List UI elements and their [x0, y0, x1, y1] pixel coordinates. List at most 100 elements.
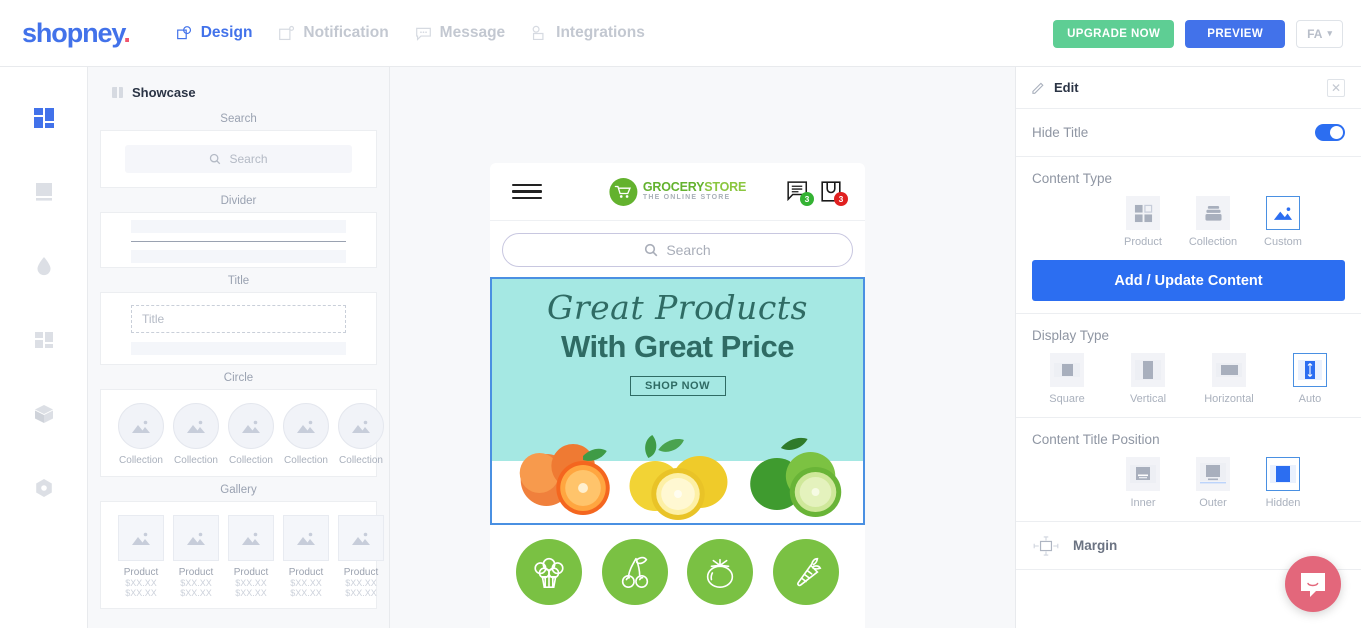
- showcase-search-preview: Search: [125, 145, 352, 173]
- store-search-bar[interactable]: Search: [490, 221, 865, 277]
- shopping-cart-icon: [614, 185, 631, 198]
- gallery-item[interactable]: Product $XX.XX $XX.XX: [338, 515, 384, 598]
- content-type-custom[interactable]: Custom: [1248, 196, 1318, 248]
- square-ratio-glyph: [1054, 363, 1080, 377]
- rail-item-blocks[interactable]: [29, 325, 59, 355]
- gallery-product-name: Product: [123, 567, 159, 578]
- edit-panel-header: Edit ✕: [1016, 67, 1361, 109]
- showcase-section-label-gallery: Gallery: [220, 484, 257, 496]
- message-icon: [415, 27, 431, 41]
- showcase-block-search[interactable]: Search: [100, 130, 377, 188]
- circle-item[interactable]: Collection: [338, 403, 384, 466]
- rail-item-pages[interactable]: [29, 177, 59, 207]
- showcase-section-label-circle: Circle: [223, 372, 254, 384]
- add-update-content-button[interactable]: Add / Update Content: [1032, 260, 1345, 301]
- edit-panel-title: Edit: [1054, 80, 1079, 95]
- image-placeholder-icon: [283, 403, 329, 449]
- cart-button[interactable]: 3: [821, 180, 848, 206]
- category-carrot[interactable]: [773, 539, 840, 605]
- circle-label: Collection: [229, 455, 273, 466]
- showcase-block-divider[interactable]: [100, 212, 377, 268]
- title-position-label-outer: Outer: [1199, 497, 1227, 509]
- category-broccoli[interactable]: [515, 539, 582, 605]
- gallery-item[interactable]: Product $XX.XX $XX.XX: [173, 515, 219, 598]
- title-position-hidden[interactable]: Hidden: [1248, 457, 1318, 509]
- gallery-item[interactable]: Product $XX.XX $XX.XX: [228, 515, 274, 598]
- showcase-section-label-title: Title: [227, 275, 250, 287]
- rail-item-products[interactable]: [29, 399, 59, 429]
- intercom-launcher[interactable]: [1285, 556, 1341, 612]
- rail-item-theme[interactable]: [29, 251, 59, 281]
- circle-item[interactable]: Collection: [173, 403, 219, 466]
- hide-title-toggle[interactable]: [1315, 124, 1345, 141]
- store-header: GROCERYSTORE THE ONLINE STORE 3 3: [490, 163, 865, 221]
- nav-label-message: Message: [439, 24, 506, 41]
- content-title-position-block: Content Title Position Inner Outer Hidde…: [1016, 418, 1361, 522]
- messages-button[interactable]: 3: [787, 180, 814, 206]
- display-type-horizontal[interactable]: Horizontal: [1194, 353, 1264, 405]
- nav-item-notification[interactable]: Notification: [278, 24, 389, 42]
- title-position-outer[interactable]: Outer: [1178, 457, 1248, 509]
- rail-item-dashboard[interactable]: [29, 103, 59, 133]
- display-type-square[interactable]: Square: [1032, 353, 1102, 405]
- rail-item-settings[interactable]: [29, 473, 59, 503]
- cherry-icon: [621, 556, 648, 589]
- title-position-inner[interactable]: Inner: [1108, 457, 1178, 509]
- nav-label-design: Design: [200, 24, 253, 41]
- notification-icon: [279, 25, 295, 40]
- circle-item[interactable]: Collection: [118, 403, 164, 466]
- store-header-actions: 3 3: [787, 180, 848, 206]
- gallery-item[interactable]: Product $XX.XX $XX.XX: [283, 515, 329, 598]
- store-name-part1: GROCERY: [642, 180, 705, 195]
- gallery-product-price: $XX.XX: [180, 578, 212, 588]
- circle-item[interactable]: Collection: [283, 403, 329, 466]
- store-name-part2: STORE: [704, 180, 747, 195]
- showcase-block-gallery[interactable]: Product $XX.XX $XX.XX Product $XX.XX $XX…: [100, 501, 384, 609]
- close-icon[interactable]: ✕: [1327, 78, 1345, 97]
- product-grid-icon: [1126, 196, 1160, 230]
- content-type-collection[interactable]: Collection: [1178, 196, 1248, 248]
- margin-icon: [1033, 535, 1059, 556]
- content-type-product[interactable]: Product: [1108, 196, 1178, 248]
- edit-panel: Edit ✕ Hide Title Content Type Product C…: [1015, 67, 1361, 628]
- selected-banner-block[interactable]: Great Products With Great Price SHOP NOW: [490, 277, 865, 525]
- showcase-block-circle[interactable]: Collection Collection Collection Collect…: [100, 389, 384, 477]
- mountain-image-icon: [297, 532, 315, 545]
- language-selector[interactable]: FA ▾: [1296, 19, 1343, 48]
- circle-item[interactable]: Collection: [228, 403, 274, 466]
- carrot-icon: [797, 557, 822, 587]
- gallery-item[interactable]: Product $XX.XX $XX.XX: [118, 515, 164, 598]
- store-search-field[interactable]: Search: [502, 233, 853, 267]
- nav-item-integrations[interactable]: Integrations: [531, 24, 645, 42]
- preview-button[interactable]: PREVIEW: [1185, 19, 1286, 48]
- circle-label: Collection: [284, 455, 328, 466]
- image-placeholder-icon: [338, 403, 384, 449]
- preview-canvas: GROCERYSTORE THE ONLINE STORE 3 3 Search…: [390, 67, 1015, 628]
- mountain-image-icon: [242, 420, 260, 433]
- showcase-block-title[interactable]: Title: [100, 292, 377, 365]
- nav-item-message[interactable]: Message: [415, 24, 505, 42]
- blocks-grid-icon: [34, 332, 53, 348]
- collection-stack-icon: [1196, 196, 1230, 230]
- divider-rule: [131, 241, 346, 242]
- hamburger-menu-icon[interactable]: [512, 180, 542, 204]
- hide-title-row: Hide Title: [1016, 109, 1361, 157]
- display-type-vertical[interactable]: Vertical: [1113, 353, 1183, 405]
- circle-label: Collection: [174, 455, 218, 466]
- display-type-auto[interactable]: Auto: [1275, 353, 1345, 405]
- nav-item-design[interactable]: Design: [176, 24, 253, 42]
- title-placeholder: Title: [131, 305, 346, 333]
- banner-script-text: Great Products: [547, 288, 808, 327]
- category-cherry[interactable]: [601, 539, 668, 605]
- margin-label: Margin: [1073, 538, 1118, 553]
- gallery-product-name: Product: [233, 567, 269, 578]
- language-value: FA: [1307, 26, 1323, 41]
- category-tomato[interactable]: [687, 539, 754, 605]
- banner-shop-now-button[interactable]: SHOP NOW: [629, 376, 726, 396]
- shopney-logo[interactable]: shopney.: [22, 18, 131, 49]
- display-type-options: Square Vertical Horizontal Auto: [1032, 353, 1345, 405]
- hide-title-label: Hide Title: [1032, 125, 1089, 140]
- upgrade-now-button[interactable]: UPGRADE NOW: [1053, 19, 1175, 48]
- vertical-ratio-glyph: [1135, 360, 1161, 380]
- display-type-label-square: Square: [1049, 393, 1085, 405]
